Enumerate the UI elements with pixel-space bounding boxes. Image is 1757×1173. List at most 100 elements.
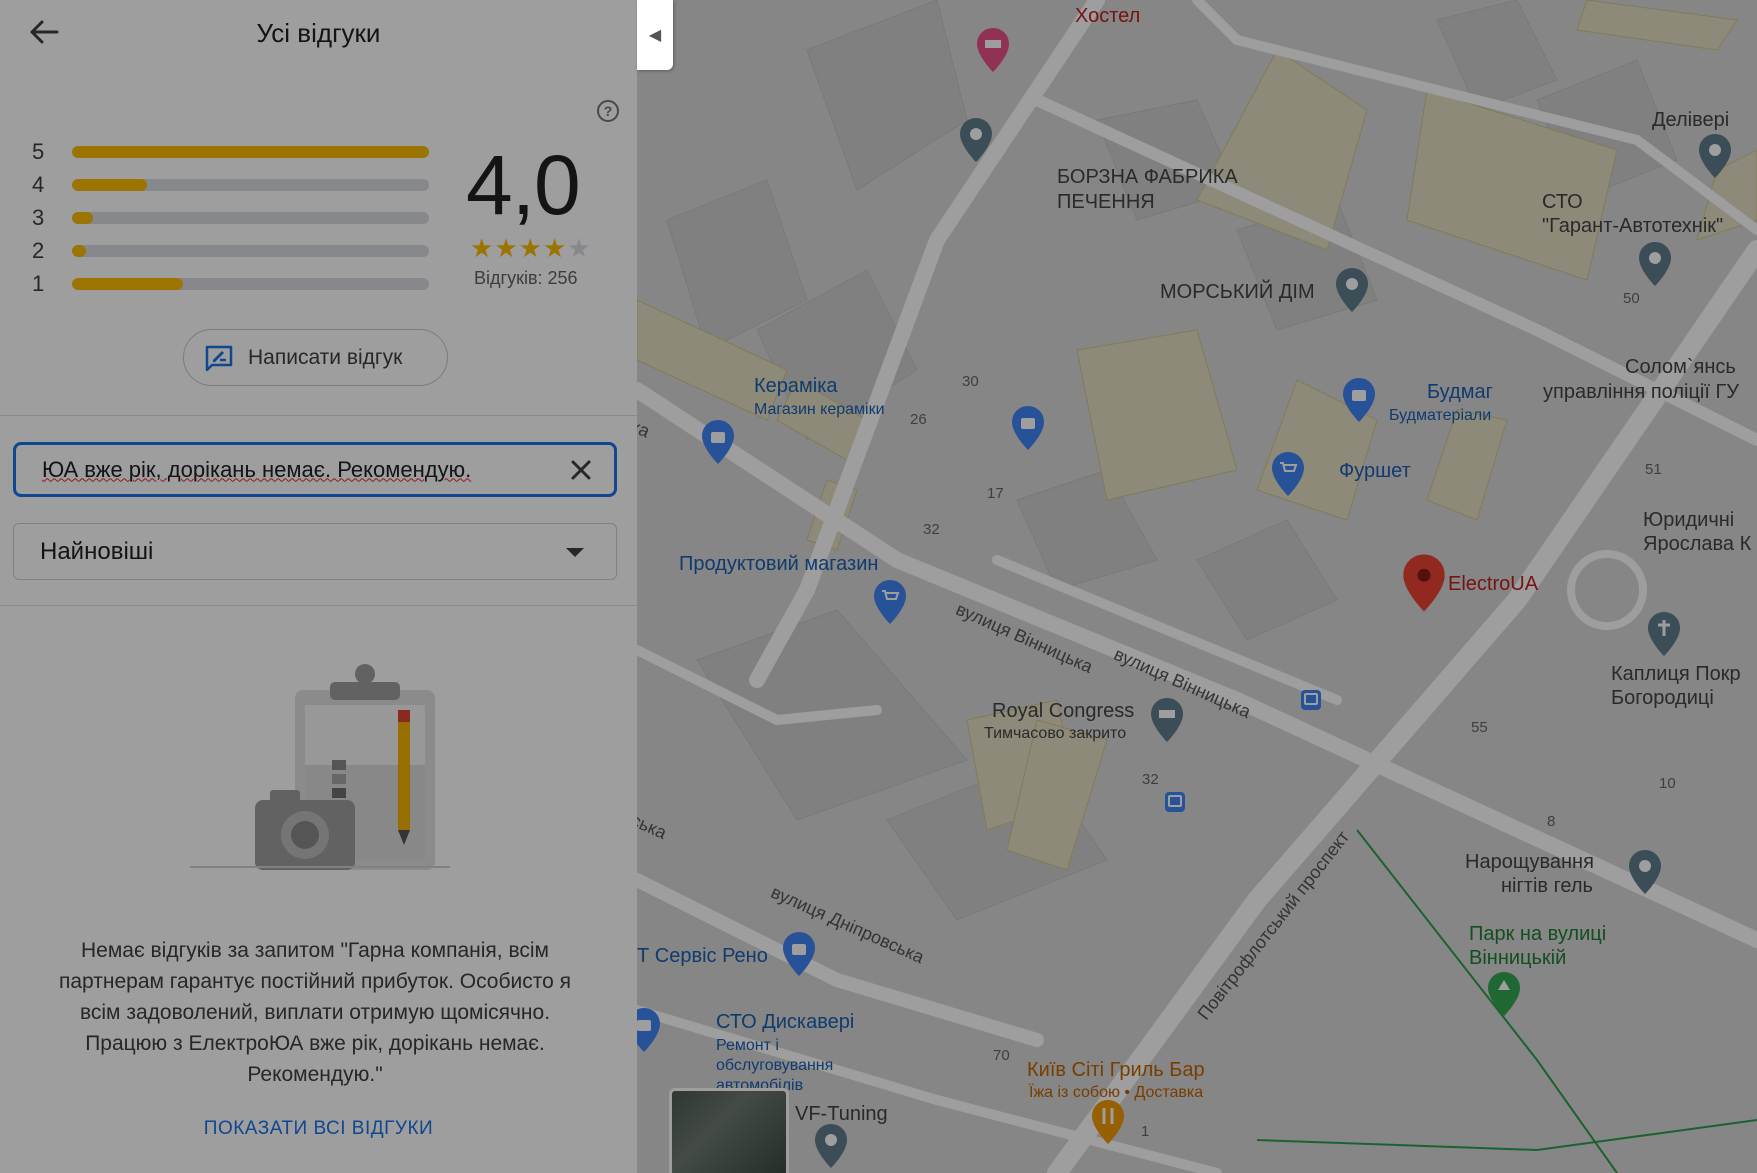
map-label-naroshch[interactable]: Нарощування (1465, 850, 1594, 874)
chevron-down-icon (566, 548, 584, 557)
map-label-sto-garant-2[interactable]: "Гарант-Автотехнік" (1542, 214, 1723, 238)
review-search-input[interactable] (42, 456, 562, 483)
map-label-yur[interactable]: Юридичні (1643, 508, 1734, 532)
place-pin-icon[interactable] (1698, 134, 1732, 178)
shopping-bag-pin-icon[interactable] (1342, 378, 1376, 422)
map-label-sto-diskaveri-sub1: Ремонт і (716, 1037, 779, 1054)
map-label-solom[interactable]: Солом`янсь (1625, 355, 1736, 379)
map-label-keramika-sub: Магазин кераміки (754, 401, 885, 418)
write-review-button[interactable]: Написати відгук (183, 329, 448, 386)
map-label-police[interactable]: управління поліції ГУ (1543, 380, 1739, 404)
map-label-morskyi[interactable]: МОРСЬКИЙ ДІМ (1160, 280, 1315, 304)
star-filled-icon: ★ (518, 233, 543, 263)
map-label-sto-garant[interactable]: СТО (1542, 190, 1583, 214)
divider (0, 605, 637, 606)
page-title: Усі відгуки (256, 18, 381, 48)
electroua-location-pin-icon[interactable] (1402, 553, 1446, 613)
rating-bar-track (72, 146, 429, 158)
map-label-chapel-2[interactable]: Богородиці (1611, 686, 1714, 710)
map-label-royal[interactable]: Royal Congress (992, 699, 1134, 723)
place-pin-icon[interactable] (1628, 850, 1662, 894)
shopping-bag-pin-icon[interactable] (701, 420, 735, 464)
rating-bar-fill (72, 146, 429, 158)
park-pin-icon[interactable] (1487, 972, 1521, 1016)
help-icon[interactable]: ? (597, 100, 619, 122)
cart-pin-icon[interactable] (873, 580, 907, 624)
show-all-reviews-link[interactable]: ПОКАЗАТИ ВСІ ВІДГУКИ (0, 1118, 637, 1140)
rating-row-label: 1 (32, 271, 45, 296)
map-label-park[interactable]: Парк на вулиці (1469, 922, 1606, 946)
sort-selected-value: Найновіші (40, 537, 154, 565)
map-label-budmag-sub: Будматеріали (1389, 407, 1492, 424)
write-review-label: Написати відгук (248, 345, 403, 369)
review-count: Відгуків: 256 (474, 268, 578, 288)
map-label-royal-sub: Тимчасово закрито (984, 725, 1127, 742)
rating-row-label: 5 (32, 139, 45, 164)
map-label-naroshch-2[interactable]: нігтів гель (1501, 874, 1593, 898)
shopping-bag-pin-icon[interactable] (1011, 406, 1045, 450)
sort-dropdown[interactable]: Найновіші (13, 523, 617, 580)
restaurant-pin-icon[interactable] (1091, 1100, 1125, 1144)
map-label-sto-diskaveri[interactable]: СТО Дискавері (716, 1010, 854, 1034)
map-label-borzna[interactable]: БОРЗНА ФАБРИКА (1057, 165, 1238, 189)
map-canvas[interactable]: Хостел БОРЗНА ФАБРИКА ПЕЧЕННЯ Делівері С… (637, 0, 1757, 1173)
rating-row-1: 1 (32, 271, 432, 296)
shopping-bag-pin-icon[interactable] (782, 932, 816, 976)
map-label-budmag[interactable]: Будмаг (1427, 380, 1493, 404)
collapse-panel-button[interactable]: ◀ (637, 0, 673, 70)
map-label-vf-tuning[interactable]: VF-Tuning (795, 1102, 888, 1126)
map-label-deliveri[interactable]: Делівері (1652, 108, 1729, 132)
map-label-furshet[interactable]: Фуршет (1339, 459, 1411, 483)
rating-row-label: 4 (32, 172, 45, 197)
rating-bar-track (72, 179, 429, 191)
house-number: 51 (1645, 461, 1662, 478)
cart-pin-icon[interactable] (1271, 452, 1305, 496)
rating-row-3: 3 (32, 205, 432, 230)
bus-stop-icon-glyph (1304, 693, 1318, 705)
house-number: 10 (1659, 775, 1676, 792)
rate-review-icon (205, 345, 233, 371)
hotel-pin-icon[interactable] (1150, 698, 1184, 742)
map-label-park-2[interactable]: Вінницькій (1469, 946, 1566, 970)
clear-search-button[interactable] (566, 455, 596, 485)
place-pin-icon[interactable] (1335, 268, 1369, 312)
place-pin-icon[interactable] (959, 118, 993, 162)
map-label-electroua[interactable]: ElectroUA (1448, 572, 1538, 596)
house-number: 30 (962, 373, 979, 390)
map-label-chapel[interactable]: Каплиця Покр (1611, 662, 1741, 686)
star-filled-icon: ★ (470, 233, 495, 263)
average-rating: 4,0 (466, 138, 581, 232)
rating-bar-track (72, 212, 429, 224)
rating-bar-track (72, 245, 429, 257)
rating-row-2: 2 (32, 238, 432, 263)
place-pin-icon[interactable] (814, 1124, 848, 1168)
star-filled-icon: ★ (494, 233, 519, 263)
map-label-hostel[interactable]: Хостел (1075, 4, 1140, 28)
rating-bar-fill (72, 179, 147, 191)
church-pin-icon[interactable] (1647, 612, 1681, 656)
rating-stars: ★★★★★ (470, 233, 592, 264)
house-number: 70 (993, 1047, 1010, 1064)
map-label-sto-diskaveri-sub2: обслуговування (716, 1057, 834, 1074)
clipboard-illustration-icon (190, 664, 450, 870)
rating-row-5: 5 (32, 139, 432, 164)
map-label-produkt[interactable]: Продуктовий магазин (679, 552, 878, 576)
place-pin-icon[interactable] (1638, 242, 1672, 286)
review-search-box[interactable] (13, 442, 617, 497)
rating-bar-fill (72, 245, 87, 257)
satellite-layer-thumbnail[interactable] (669, 1088, 789, 1173)
house-number: 50 (1623, 290, 1640, 307)
bus-stop-icon-glyph (1168, 795, 1182, 807)
hostel-pin-icon[interactable] (976, 28, 1010, 72)
star-empty-icon: ★ (567, 233, 592, 263)
panel-header: Усі відгуки (0, 0, 637, 64)
shopping-bag-pin-icon[interactable] (637, 1008, 661, 1052)
map-label-keramika[interactable]: Кераміка (754, 374, 838, 398)
map-label-borzna-2[interactable]: ПЕЧЕННЯ (1057, 190, 1155, 214)
map-label-kyiv-grill[interactable]: Київ Сіті Гриль Бар (1027, 1058, 1205, 1082)
map-label-servis-reno[interactable]: Т Сервіс Рено (637, 944, 768, 968)
rating-row-label: 3 (32, 205, 45, 230)
map-label-yur-2[interactable]: Ярослава К (1643, 532, 1751, 556)
house-number: 1 (1141, 1123, 1150, 1140)
rating-row-4: 4 (32, 172, 432, 197)
